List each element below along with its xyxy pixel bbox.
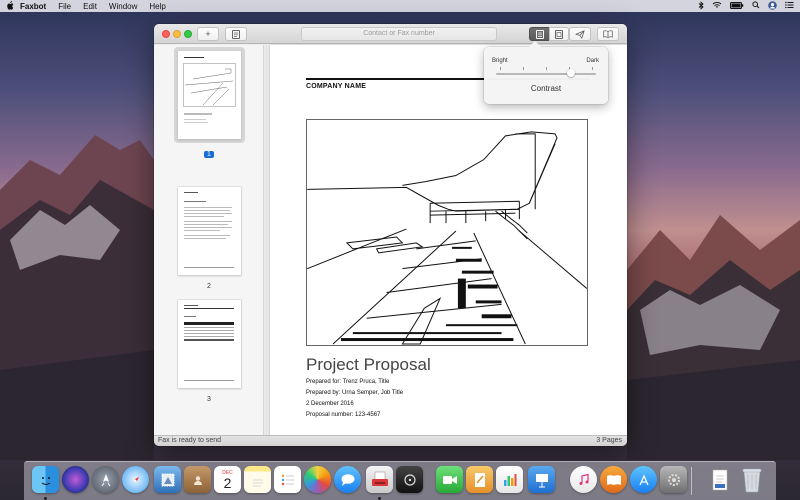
menu-window[interactable]: Window xyxy=(109,2,137,11)
battery-icon[interactable] xyxy=(730,1,744,11)
mail-stamp-icon[interactable] xyxy=(154,466,181,493)
popover-arrow xyxy=(529,41,541,47)
page-number-1: 1 xyxy=(204,151,214,158)
close-window-button[interactable] xyxy=(162,30,170,38)
film-reel-icon[interactable] xyxy=(396,466,423,493)
user-avatar-icon[interactable] xyxy=(768,0,777,12)
document-page: COMPANY NAME Project Proposal Prepared f… xyxy=(270,45,627,440)
architecture-drawing xyxy=(306,119,588,346)
trash-icon[interactable] xyxy=(738,466,765,493)
thumbnail-page-3[interactable]: 3 xyxy=(154,300,264,406)
menu-app-name[interactable]: Faxbot xyxy=(20,2,46,11)
finder-icon[interactable] xyxy=(32,466,59,493)
add-page-button[interactable]: + xyxy=(197,27,219,41)
bluetooth-icon[interactable] xyxy=(698,0,704,12)
thumbnail-image xyxy=(177,300,241,388)
proposal-number: Proposal number: 123-4567 xyxy=(306,412,381,418)
contacts-icon[interactable] xyxy=(184,466,211,493)
facetime-icon[interactable] xyxy=(436,466,463,493)
app-store-icon[interactable] xyxy=(630,466,657,493)
thumbnail-selection xyxy=(173,47,245,143)
launchpad-icon[interactable] xyxy=(92,466,119,493)
siri-icon[interactable] xyxy=(62,466,89,493)
messages-icon[interactable] xyxy=(334,466,361,493)
wifi-icon[interactable] xyxy=(712,1,722,11)
page-image-icon xyxy=(555,29,563,39)
prepared-by: Prepared by: Urna Semper, Job Title xyxy=(306,390,404,396)
document-date: 2 December 2016 xyxy=(306,401,354,407)
image-view-button[interactable] xyxy=(549,27,569,41)
prepared-for: Prepared for: Trenz Pruca, Title xyxy=(306,379,390,385)
cover-page-button[interactable] xyxy=(225,27,247,41)
send-fax-button[interactable] xyxy=(569,27,591,41)
slider-tick xyxy=(592,67,593,70)
status-bar: Fax is ready to send 3 Pages xyxy=(154,435,627,446)
reminders-icon[interactable] xyxy=(274,466,301,493)
page-number-2: 2 xyxy=(207,283,211,290)
itunes-icon[interactable] xyxy=(570,466,597,493)
page-number-3: 3 xyxy=(207,396,211,403)
keynote-icon[interactable] xyxy=(528,466,555,493)
paper-plane-icon xyxy=(575,29,585,39)
photos-icon[interactable] xyxy=(304,466,331,493)
slider-tick xyxy=(523,67,524,70)
notes-icon[interactable] xyxy=(244,466,271,493)
thumbnail-drawing xyxy=(182,63,236,107)
downloads-stack-icon[interactable] xyxy=(706,466,733,493)
thumbnail-image xyxy=(177,187,241,275)
thumbnail-image xyxy=(177,51,241,139)
bright-label: Bright xyxy=(492,58,508,64)
dark-label: Dark xyxy=(586,58,599,64)
menu-help[interactable]: Help xyxy=(149,2,165,11)
thumbnail-page-1[interactable]: 1 xyxy=(154,47,264,161)
minimize-window-button[interactable] xyxy=(173,30,181,38)
dock: DEC 2 xyxy=(24,461,776,500)
title-bar: + Contact or Fax number xyxy=(154,24,627,44)
address-book-button[interactable] xyxy=(597,27,619,41)
safari-icon[interactable] xyxy=(122,466,149,493)
pages-icon[interactable] xyxy=(466,466,493,493)
popover-title: Contrast xyxy=(530,84,562,93)
numbers-icon[interactable] xyxy=(496,466,523,493)
slider-tick xyxy=(546,67,547,70)
contrast-popover: Bright Dark Contrast xyxy=(484,41,608,104)
contrast-slider[interactable] xyxy=(496,73,596,75)
zoom-window-button[interactable] xyxy=(184,30,192,38)
page-thumbnails-sidebar: 1 2 3 xyxy=(154,45,264,435)
notification-center-icon[interactable] xyxy=(785,1,794,11)
recipient-placeholder: Contact or Fax number xyxy=(363,30,435,37)
page-contrast-icon xyxy=(535,29,544,39)
slider-tick xyxy=(500,67,501,70)
faxbot-app-icon[interactable] xyxy=(366,466,393,493)
contrast-slider-knob[interactable] xyxy=(567,69,575,77)
apple-icon[interactable] xyxy=(6,0,20,12)
fax-status: Fax is ready to send xyxy=(158,437,222,444)
dock-separator xyxy=(691,467,692,495)
calendar-day: 2 xyxy=(223,475,232,491)
menu-edit[interactable]: Edit xyxy=(83,2,97,11)
plus-icon: + xyxy=(205,29,211,39)
ibooks-icon[interactable] xyxy=(600,466,627,493)
thumbnail-page-2[interactable]: 2 xyxy=(154,187,264,293)
book-icon xyxy=(603,30,613,38)
system-preferences-icon[interactable] xyxy=(660,466,687,493)
menu-file[interactable]: File xyxy=(58,2,71,11)
document-icon xyxy=(232,29,240,39)
page-count: 3 Pages xyxy=(596,437,622,444)
calendar-icon[interactable]: DEC 2 xyxy=(214,466,241,493)
menu-bar: Faxbot File Edit Window Help xyxy=(0,0,800,12)
contrast-view-button[interactable] xyxy=(529,27,550,41)
spotlight-icon[interactable] xyxy=(752,1,760,11)
company-name: COMPANY NAME xyxy=(306,83,367,90)
recipient-input[interactable]: Contact or Fax number xyxy=(301,27,497,41)
document-title: Project Proposal xyxy=(306,355,431,374)
